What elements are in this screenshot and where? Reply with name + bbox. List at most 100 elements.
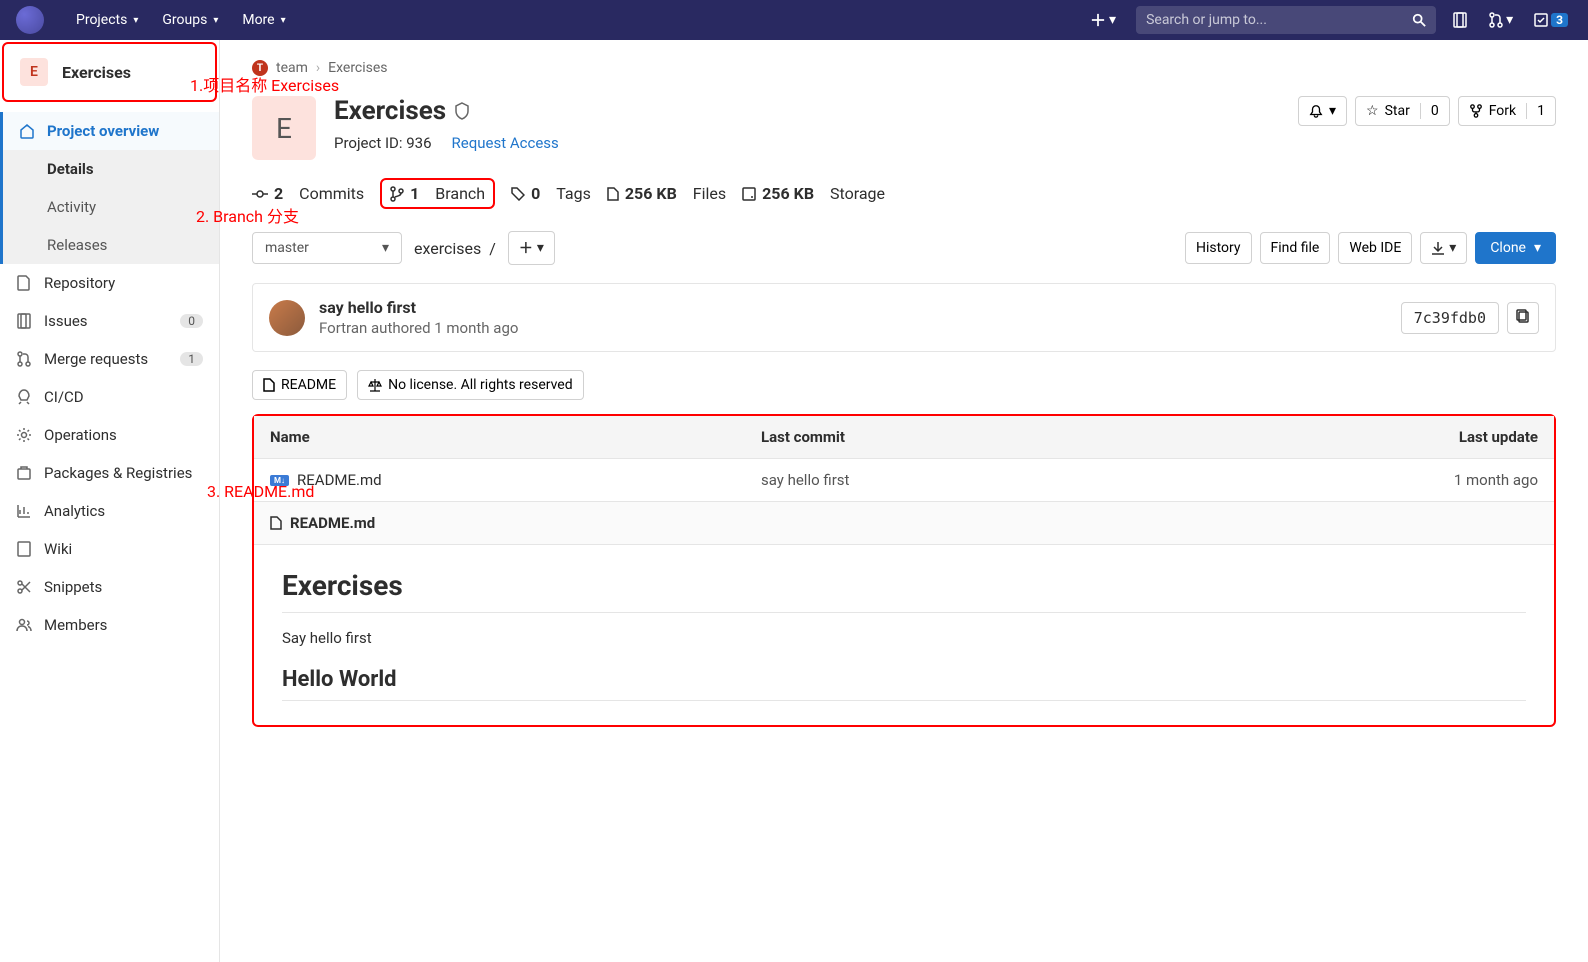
request-access-link[interactable]: Request Access (452, 134, 559, 152)
table-row[interactable]: M↓README.md say hello first 1 month ago (254, 459, 1554, 502)
main-content: T team › Exercises E Exercises Project I… (220, 40, 1588, 962)
sidebar-sub-releases[interactable]: Releases (3, 226, 219, 264)
issues-badge: 0 (180, 314, 203, 328)
branch-selector[interactable]: master▾ (252, 232, 402, 264)
star-button[interactable]: ☆Star0 (1355, 96, 1450, 126)
nav-more[interactable]: More▾ (230, 12, 297, 28)
package-icon (16, 465, 32, 481)
mr-badge: 1 (180, 352, 203, 366)
web-ide-button[interactable]: Web IDE (1338, 232, 1412, 264)
fork-button[interactable]: Fork1 (1458, 96, 1556, 126)
sidebar-item-packages[interactable]: Packages & Registries (0, 454, 219, 492)
copy-sha-button[interactable] (1507, 302, 1539, 334)
stat-commits[interactable]: 2 Commits (252, 182, 364, 205)
chevron-down-icon: ▾ (537, 240, 544, 256)
readme-paragraph: Say hello first (282, 629, 1526, 647)
sidebar-item-snippets[interactable]: Snippets (0, 568, 219, 606)
commit-author-avatar[interactable] (269, 300, 305, 336)
breadcrumb-group[interactable]: team (276, 60, 308, 76)
commit-sha: 7c39fdb0 (1401, 302, 1499, 334)
issues-icon (16, 313, 32, 329)
sidebar-item-operations[interactable]: Operations (0, 416, 219, 454)
notification-dropdown[interactable]: ▾ (1298, 96, 1347, 126)
group-avatar-icon: T (252, 60, 268, 76)
path-root[interactable]: exercises (414, 239, 481, 258)
project-title: Exercises (334, 96, 559, 126)
gitlab-logo[interactable] (16, 6, 44, 34)
add-file-dropdown[interactable]: ＋▾ (508, 231, 555, 265)
chevron-down-icon: ▾ (281, 15, 286, 26)
breadcrumb-project[interactable]: Exercises (328, 60, 387, 76)
breadcrumb: T team › Exercises (252, 52, 1556, 96)
chevron-down-icon: ▾ (1109, 12, 1116, 28)
chevron-down-icon: ▾ (382, 240, 389, 256)
book-icon (16, 541, 32, 557)
sidebar-item-repository[interactable]: Repository (0, 264, 219, 302)
readme-h2: Hello World (282, 667, 1526, 701)
search-icon (1412, 13, 1426, 27)
merge-icon (16, 351, 32, 367)
stat-storage[interactable]: 256 KB Storage (742, 182, 885, 205)
users-icon (16, 617, 32, 633)
file-icon (607, 187, 619, 201)
readme-header: README.md (254, 502, 1554, 545)
file-name-cell[interactable]: README.md (297, 471, 382, 489)
home-icon (19, 123, 35, 139)
markdown-icon: M↓ (270, 475, 289, 486)
star-icon: ☆ (1366, 103, 1379, 119)
nav-groups[interactable]: Groups▾ (150, 12, 230, 28)
plus-icon (1091, 13, 1105, 27)
stat-tags[interactable]: 0 Tags (511, 182, 591, 205)
stat-files[interactable]: 256 KB Files (607, 182, 726, 205)
sidebar-project-header[interactable]: E Exercises (2, 42, 217, 102)
sidebar-item-overview[interactable]: Project overview (0, 112, 219, 150)
sidebar-item-cicd[interactable]: CI/CD (0, 378, 219, 416)
download-dropdown[interactable]: ▾ (1420, 232, 1467, 264)
disk-icon (742, 187, 756, 201)
commit-message[interactable]: say hello first (319, 298, 518, 317)
doc-icon (270, 516, 282, 530)
readme-content: Exercises Say hello first Hello World (254, 545, 1554, 725)
chevron-down-icon: ▾ (213, 15, 218, 26)
chart-icon (16, 503, 32, 519)
star-count: 0 (1420, 103, 1439, 119)
rocket-icon (16, 389, 32, 405)
commit-icon (252, 190, 268, 198)
sidebar-sub-activity[interactable]: Activity (3, 188, 219, 226)
bell-icon (1309, 104, 1323, 118)
sidebar-item-members[interactable]: Members (0, 606, 219, 644)
merge-requests-icon[interactable]: ▾ (1484, 8, 1517, 32)
sidebar-item-merge-requests[interactable]: Merge requests1 (0, 340, 219, 378)
fork-count: 1 (1526, 103, 1545, 119)
sidebar: E Exercises Project overview Details Act… (0, 40, 220, 962)
clipboard-icon (1516, 309, 1530, 323)
search-input[interactable] (1146, 12, 1412, 28)
project-stats: 2 Commits 1 Branch 0 Tags 256 KB Files 2… (252, 178, 1556, 209)
download-icon (1431, 241, 1445, 255)
issues-icon[interactable] (1448, 8, 1472, 32)
history-button[interactable]: History (1185, 232, 1252, 264)
license-button[interactable]: No license. All rights reserved (357, 370, 584, 400)
todos-icon[interactable]: 3 (1529, 8, 1572, 32)
readme-button[interactable]: README (252, 370, 347, 400)
chevron-down-icon: ▾ (133, 15, 138, 26)
sidebar-item-issues[interactable]: Issues0 (0, 302, 219, 340)
stat-branches[interactable]: 1 Branch (380, 178, 495, 209)
fork-icon (1469, 104, 1483, 118)
nav-projects[interactable]: Projects▾ (64, 12, 150, 28)
sidebar-item-analytics[interactable]: Analytics (0, 492, 219, 530)
todo-count-badge: 3 (1551, 13, 1568, 27)
find-file-button[interactable]: Find file (1260, 232, 1331, 264)
breadcrumb-separator: › (316, 60, 320, 76)
global-search[interactable] (1136, 6, 1436, 34)
th-name: Name (254, 416, 745, 459)
file-commit-cell[interactable]: say hello first (745, 459, 1157, 502)
project-id: Project ID: 936 (334, 134, 432, 152)
create-new-dropdown[interactable]: ▾ (1083, 8, 1124, 32)
sidebar-item-wiki[interactable]: Wiki (0, 530, 219, 568)
scale-icon (368, 378, 382, 392)
visibility-internal-icon (454, 102, 470, 120)
clone-button[interactable]: Clone▾ (1475, 232, 1556, 264)
sidebar-sub-details[interactable]: Details (3, 150, 219, 188)
th-commit: Last commit (745, 416, 1157, 459)
